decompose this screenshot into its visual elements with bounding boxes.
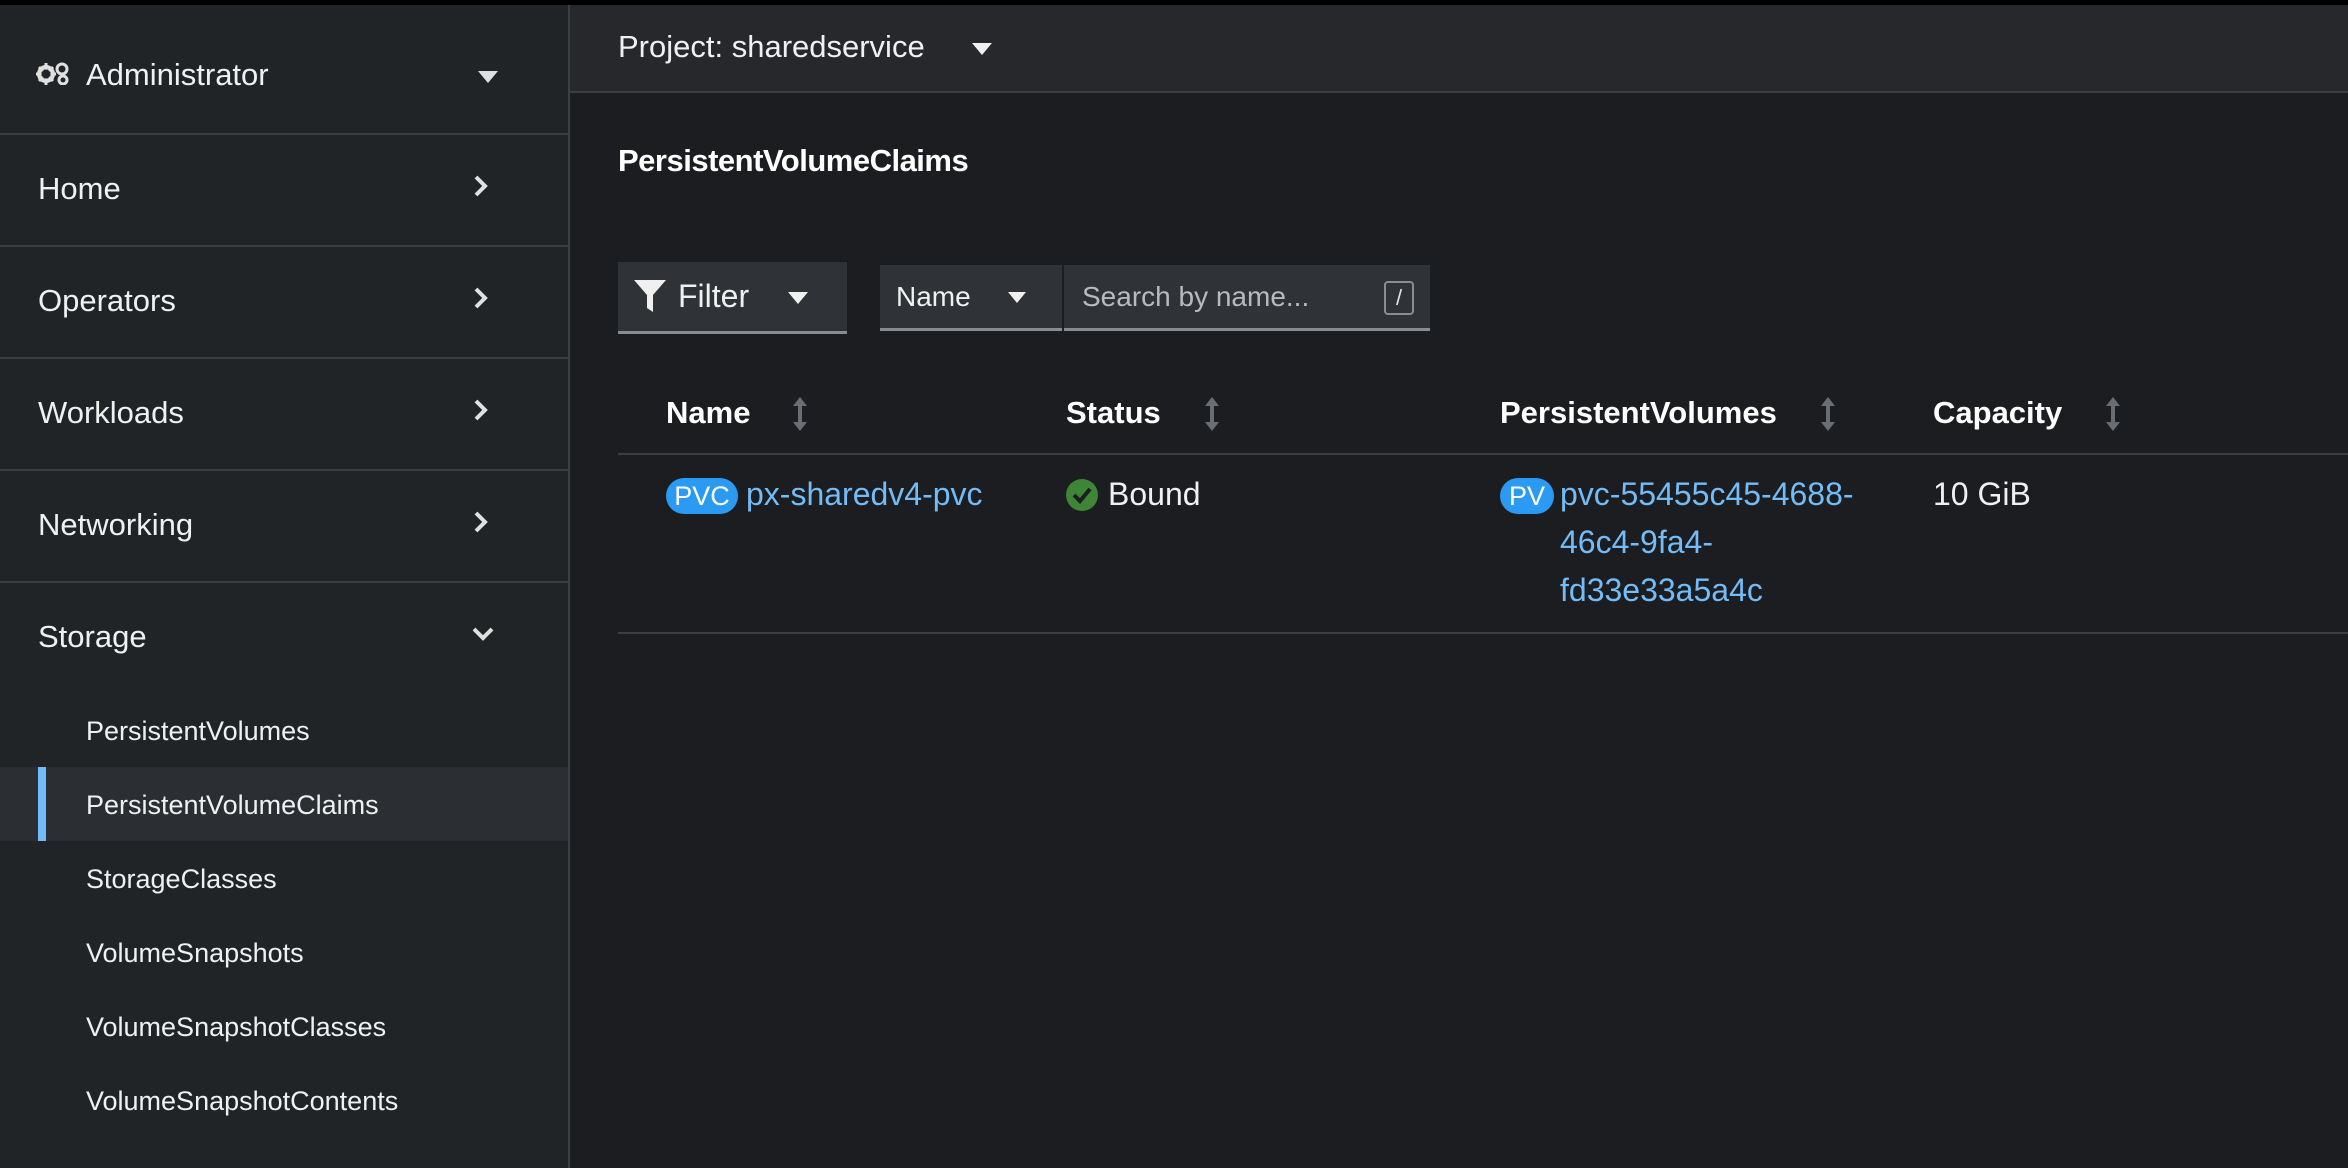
sort-icon[interactable]	[2105, 397, 2121, 431]
filter-button[interactable]: Filter	[618, 262, 847, 334]
sidebar-item-volumesnapshots[interactable]: VolumeSnapshots	[0, 915, 568, 989]
nav-section-networking[interactable]: Networking	[0, 471, 568, 583]
sidebar-item-storageclasses[interactable]: StorageClasses	[0, 841, 568, 915]
column-header-persistentvolumes[interactable]: PersistentVolumes	[1500, 395, 1777, 431]
nav-section-label: Workloads	[38, 395, 184, 430]
chevron-right-icon	[474, 511, 488, 533]
sidebar-item-label: StorageClasses	[86, 864, 277, 894]
search-box: /	[1064, 265, 1430, 331]
filter-icon	[634, 280, 666, 312]
check-circle-icon	[1066, 479, 1098, 511]
pv-name-line: fd33e33a5a4c	[1560, 572, 1763, 608]
sidebar-item-volumesnapshotclasses[interactable]: VolumeSnapshotClasses	[0, 989, 568, 1063]
project-selector-label: Project: sharedservice	[618, 29, 925, 64]
nav-section-label: Operators	[38, 283, 176, 318]
capacity-value: 10 GiB	[1933, 476, 2031, 512]
column-header-name[interactable]: Name	[666, 395, 750, 431]
chevron-right-icon	[474, 175, 488, 197]
sort-icon[interactable]	[792, 397, 808, 431]
sidebar-item-label: VolumeSnapshots	[86, 938, 304, 968]
nav-section-home[interactable]: Home	[0, 135, 568, 247]
filter-label: Filter	[678, 278, 750, 314]
caret-down-icon	[788, 292, 808, 304]
pvc-name-link[interactable]: px-sharedv4-pvc	[746, 476, 983, 513]
pv-name-line: 46c4-9fa4-	[1560, 524, 1713, 560]
filter-attribute-label: Name	[896, 281, 971, 312]
nav-section-label: Networking	[38, 507, 194, 542]
chevron-right-icon	[474, 287, 488, 309]
search-shortcut-hint: /	[1384, 281, 1414, 315]
sidebar-item-label: VolumeSnapshotContents	[86, 1086, 399, 1116]
cogs-icon	[36, 62, 69, 85]
filter-attribute-select[interactable]: Name	[880, 265, 1062, 331]
column-header-capacity[interactable]: Capacity	[1933, 395, 2062, 431]
sort-icon[interactable]	[1204, 397, 1220, 431]
caret-down-icon	[972, 43, 992, 55]
pv-badge: PV	[1500, 478, 1554, 514]
nav-section-operators[interactable]: Operators	[0, 247, 568, 359]
pv-name-line: pvc-55455c45-4688-	[1560, 476, 1854, 512]
sidebar-item-persistentvolumeclaims[interactable]: PersistentVolumeClaims	[0, 767, 568, 841]
nav-section-label: Home	[38, 171, 121, 206]
status-text: Bound	[1108, 476, 1201, 512]
column-header-status[interactable]: Status	[1066, 395, 1161, 431]
sidebar: Administrator Home Operators Workloads N…	[0, 5, 570, 1168]
caret-down-icon	[1008, 292, 1026, 303]
sidebar-item-volumesnapshotcontents[interactable]: VolumeSnapshotContents	[0, 1063, 568, 1137]
pvc-badge: PVC	[666, 478, 738, 514]
chevron-right-icon	[474, 399, 488, 421]
nav-section-storage[interactable]: Storage	[0, 583, 568, 693]
sidebar-item-label: PersistentVolumeClaims	[86, 790, 379, 820]
nav-section-label: Storage	[38, 619, 147, 654]
sidebar-item-persistentvolumes[interactable]: PersistentVolumes	[0, 693, 568, 767]
page-title: PersistentVolumeClaims	[618, 143, 969, 178]
project-bar: Project: sharedservice	[570, 5, 2348, 93]
caret-down-icon	[478, 71, 498, 83]
search-input[interactable]	[1080, 277, 1374, 317]
table-row-divider	[618, 632, 2348, 634]
sort-icon[interactable]	[1820, 397, 1836, 431]
table-header-divider	[618, 453, 2348, 455]
sidebar-item-label: VolumeSnapshotClasses	[86, 1012, 387, 1042]
sidebar-item-label: PersistentVolumes	[86, 716, 310, 746]
nav-section-workloads[interactable]: Workloads	[0, 359, 568, 471]
perspective-label: Administrator	[86, 57, 269, 92]
perspective-switcher[interactable]: Administrator	[0, 5, 568, 135]
chevron-down-icon	[472, 627, 494, 641]
